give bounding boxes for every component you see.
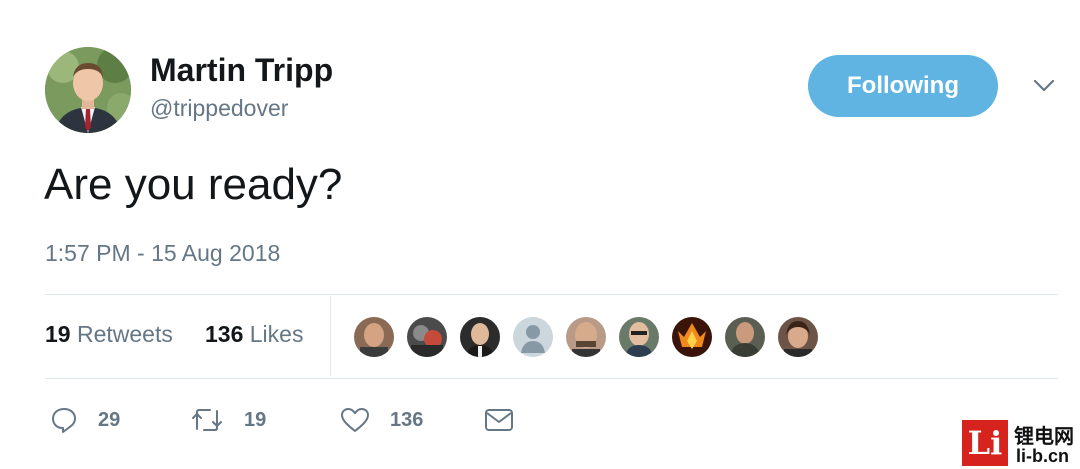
divider <box>45 294 1058 295</box>
author-handle[interactable]: @trippedover <box>150 95 288 122</box>
heart-icon <box>341 408 369 432</box>
liker-avatar[interactable] <box>617 315 661 359</box>
direct-message-button[interactable] <box>484 403 514 437</box>
liker-avatars <box>352 315 829 359</box>
retweet-count: 19 <box>244 408 267 431</box>
like-button[interactable]: 136 <box>340 403 423 437</box>
tweet-timestamp[interactable]: 1:57 PM - 15 Aug 2018 <box>45 240 280 267</box>
likes-stat[interactable]: 136 Likes <box>205 321 303 348</box>
likes-label: Likes <box>249 321 304 347</box>
liker-avatar[interactable] <box>564 315 608 359</box>
retweets-label: Retweets <box>76 321 173 347</box>
watermark-logo: Li <box>962 420 1008 466</box>
reply-icon <box>52 408 76 433</box>
liker-avatar[interactable] <box>511 315 555 359</box>
retweet-icon <box>192 409 222 431</box>
liker-avatar[interactable] <box>776 315 820 359</box>
chevron-down-icon[interactable] <box>1032 78 1056 94</box>
tweet-text: Are you ready? <box>44 160 343 209</box>
author-display-name[interactable]: Martin Tripp <box>150 52 333 89</box>
retweets-stat[interactable]: 19 Retweets <box>45 321 173 348</box>
following-button[interactable]: Following <box>808 55 998 117</box>
liker-avatar[interactable] <box>458 315 502 359</box>
envelope-icon <box>485 409 513 431</box>
retweet-button[interactable]: 19 <box>190 403 266 437</box>
liker-avatar[interactable] <box>405 315 449 359</box>
retweets-count: 19 <box>45 321 71 347</box>
author-avatar[interactable] <box>45 47 131 133</box>
divider <box>45 378 1058 379</box>
like-count: 136 <box>390 408 424 431</box>
watermark-url: li-b.cn <box>1016 446 1069 466</box>
liker-avatar[interactable] <box>352 315 396 359</box>
liker-avatar[interactable] <box>723 315 767 359</box>
likes-count: 136 <box>205 321 244 347</box>
divider <box>330 296 331 376</box>
liker-avatar[interactable] <box>670 315 714 359</box>
reply-count: 29 <box>98 408 121 431</box>
watermark-name: 锂电网 <box>1014 426 1074 448</box>
reply-button[interactable]: 29 <box>50 403 120 437</box>
